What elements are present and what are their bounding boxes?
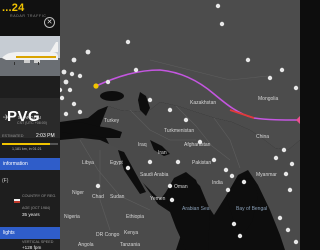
remaining-distance: 1,181 km, in 01:21 xyxy=(12,147,42,151)
country-label-niger: Niger xyxy=(72,190,84,196)
sea-label-bay-of-bengal: Bay of Bengal xyxy=(236,206,268,212)
country-label-sudan: Sudan xyxy=(110,194,125,200)
country-label-nigeria: Nigeria xyxy=(64,214,80,220)
country-label-ethiopia: Ethiopia xyxy=(126,214,145,220)
country-of-reg-label: COUNTRY OF REG. xyxy=(22,194,57,198)
country-label-iran: Iran xyxy=(158,150,167,156)
app-logo[interactable]: ...24 xyxy=(2,2,24,14)
aircraft-photo[interactable] xyxy=(0,36,60,76)
country-label-chad: Chad xyxy=(92,194,104,200)
sea-label-arabian-sea: Arabian Sea xyxy=(182,206,210,212)
registration-flag-icon xyxy=(14,199,20,203)
aircraft-age-label: AGE (OCT 1984) xyxy=(22,206,51,210)
vertical-speed-value: +128 fpm xyxy=(22,245,42,250)
origin-timezone: CST (UTC +08:00) xyxy=(17,121,47,125)
country-label-tanzania: Tanzania xyxy=(120,242,141,248)
estimated-label: ESTIMATED xyxy=(2,134,24,138)
country-label-afghanistan: Afghanistan xyxy=(184,142,211,148)
origin-city: SHANGHAI xyxy=(18,115,41,120)
country-label-kenya: Kenya xyxy=(124,230,139,236)
aircraft-age-value: 35 years xyxy=(22,212,40,217)
country-label-egypt: Egypt xyxy=(110,160,123,166)
country-label-china: China xyxy=(256,134,270,140)
country-label-india: India xyxy=(212,180,223,186)
country-label-kazakhstan: Kazakhstan xyxy=(190,100,217,106)
section-header-flights[interactable]: lights xyxy=(0,227,60,239)
vertical-speed-label: VERTICAL SPEED xyxy=(22,240,54,244)
country-label-turkmenistan: Turkmenistan xyxy=(164,128,195,134)
close-icon: ✕ xyxy=(46,19,53,26)
country-label-mongolia: Mongolia xyxy=(258,96,279,102)
origin-airport-marker xyxy=(93,83,99,89)
country-label-dr-congo: DR Congo xyxy=(96,232,120,238)
country-label-pakistan: Pakistan xyxy=(192,160,212,166)
sea-black xyxy=(100,91,124,101)
country-label-myanmar: Myanmar xyxy=(256,172,277,178)
country-label-yemen: Yemen xyxy=(150,196,166,202)
panel-header: ...24 RADAR TRAFFIC ✕ xyxy=(0,0,60,36)
country-label-iraq: Iraq xyxy=(138,142,147,148)
close-panel-button[interactable]: ✕ xyxy=(44,17,55,28)
flight-progress-fill xyxy=(2,143,50,145)
aircraft-type: (F) xyxy=(2,178,9,184)
country-label-saudi-arabia: Saudi Arabia xyxy=(140,172,169,178)
app-logo-subtitle: RADAR TRAFFIC xyxy=(10,14,47,18)
flight-info-panel: ...24 RADAR TRAFFIC ✕ ✈ PVG SHANGHAI CST… xyxy=(0,0,60,250)
aircraft-photo-image xyxy=(0,36,60,76)
section-title-information: information xyxy=(3,161,28,167)
section-header-information[interactable]: information xyxy=(0,158,60,170)
section-title-flights: lights xyxy=(3,230,15,236)
country-label-turkey: Turkey xyxy=(104,118,120,124)
country-label-angola: Angola xyxy=(78,242,94,248)
estimated-time: 2:03 PM xyxy=(36,133,55,139)
flight-progress-bar xyxy=(2,143,58,145)
country-label-oman: Oman xyxy=(174,184,188,190)
country-label-libya: Libya xyxy=(82,160,94,166)
